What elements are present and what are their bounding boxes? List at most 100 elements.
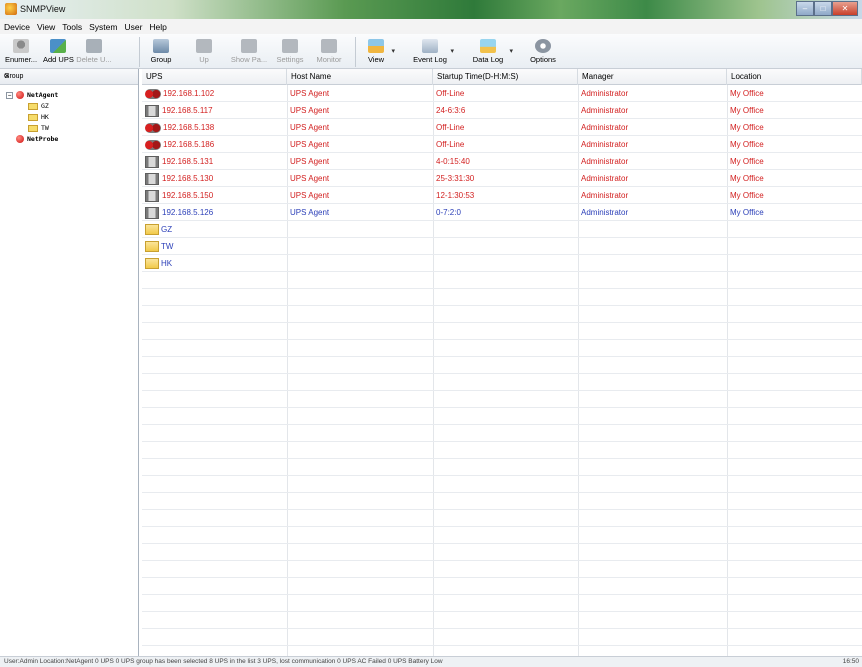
settings-icon [282, 39, 298, 53]
cell-text: 192.168.5.117 [162, 106, 213, 115]
cell-location: My Office [727, 85, 862, 102]
event-log-dropdown-arrow-icon[interactable]: ▾ [450, 47, 454, 55]
cell-host: UPS Agent [287, 187, 433, 204]
tree-node-netprobe[interactable]: NetProbe [16, 134, 58, 144]
group-label: Group [150, 55, 172, 64]
cell-text: My Office [730, 157, 764, 166]
tree-node-label: GZ [41, 102, 49, 110]
ups-device-icon [145, 189, 159, 202]
menu-bar: Device View Tools System User Help [0, 19, 862, 34]
column-header-host-name[interactable]: Host Name [287, 69, 433, 85]
column-header-ups[interactable]: UPS [142, 69, 287, 85]
empty-row [142, 561, 862, 578]
tree-node-tw[interactable]: TW [28, 123, 49, 133]
empty-row [142, 425, 862, 442]
collapse-icon[interactable]: − [6, 91, 13, 99]
cell-location: My Office [727, 153, 862, 170]
up-label: Up [199, 55, 209, 64]
monitor-button[interactable]: Monitor [312, 36, 346, 68]
table-row[interactable]: 192.168.5.150 UPS Agent 12-1:30:53 Administ… [142, 187, 862, 204]
cell-manager: Administrator [578, 85, 727, 102]
group-row[interactable]: TW [142, 238, 862, 255]
table-row[interactable]: 192.168.5.131 UPS Agent 4-0:15:40 Administr… [142, 153, 862, 170]
menu-tools[interactable]: Tools [62, 22, 82, 32]
table-row[interactable]: 192.168.5.126 UPS Agent 0-7:2:0 Administrat… [142, 204, 862, 221]
cell-text: My Office [730, 191, 764, 200]
cell-text: Administrator [581, 157, 629, 166]
cell-host: UPS Agent [287, 204, 433, 221]
settings-button[interactable]: Settings [274, 36, 306, 68]
show-panel-label: Show Pa... [230, 55, 268, 64]
cell-text: 24-6:3:6 [436, 106, 466, 115]
cell-text: Off-Line [436, 140, 465, 149]
tree-node-hk[interactable]: HK [28, 112, 49, 122]
empty-row [142, 340, 862, 357]
close-button[interactable]: ✕ [832, 1, 858, 16]
cell-location: My Office [727, 102, 862, 119]
table-row[interactable]: 192.168.5.117 UPS Agent 24-6:3:6 Administra… [142, 102, 862, 119]
cell-host: UPS Agent [287, 153, 433, 170]
tree-node-gz[interactable]: GZ [28, 101, 49, 111]
cell-startup: Off-Line [433, 136, 578, 153]
menu-help[interactable]: Help [149, 22, 166, 32]
monitor-icon [321, 39, 337, 53]
up-arrow-icon [196, 39, 212, 53]
empty-row [142, 272, 862, 289]
toolbar-separator [139, 37, 140, 67]
group-row[interactable]: GZ [142, 221, 862, 238]
menu-view[interactable]: View [37, 22, 55, 32]
tree-node-label: HK [41, 113, 49, 121]
cell-ups: 192.168.5.186 [142, 136, 287, 153]
ups-device-icon [145, 155, 159, 168]
view-dropdown-arrow-icon[interactable]: ▾ [391, 47, 395, 55]
data-log-dropdown-arrow-icon[interactable]: ▾ [509, 47, 513, 55]
add-ups-button[interactable]: Add UPS [43, 36, 74, 68]
status-bar: User:Admin Location:NetAgent 0 UPS 0 UPS… [0, 656, 862, 667]
empty-row [142, 357, 862, 374]
cell-ups: 192.168.5.150 [142, 187, 287, 204]
column-header-startup-time[interactable]: Startup Time(D-H:M:S) [433, 69, 578, 85]
enumerate-label: Enumer... [4, 55, 38, 64]
menu-device[interactable]: Device [4, 22, 30, 32]
menu-system[interactable]: System [89, 22, 117, 32]
show-panel-button[interactable]: Show Pa... [228, 36, 270, 68]
title-bar: SNMPView – □ ✕ [0, 0, 862, 19]
table-row[interactable]: 192.168.1.102 UPS Agent Off-Line Administra… [142, 85, 862, 102]
menu-user[interactable]: User [124, 22, 142, 32]
cell-text: 192.168.5.150 [162, 191, 214, 200]
table-row[interactable]: 192.168.5.138 UPS Agent Off-Line Administra… [142, 119, 862, 136]
maximize-button[interactable]: □ [814, 1, 832, 16]
data-log-button[interactable]: Data Log ▾ [470, 36, 513, 68]
enumerate-button[interactable]: Enumer... [4, 36, 38, 68]
cell-text: Administrator [581, 191, 629, 200]
view-button[interactable]: View ▾ [364, 36, 395, 68]
close-icon[interactable]: × [4, 71, 132, 82]
cell-location: My Office [727, 119, 862, 136]
cell-text: 192.168.1.102 [163, 89, 215, 98]
event-log-button[interactable]: Event Log ▾ [413, 36, 454, 68]
delete-ups-label: Delete U... [76, 55, 112, 64]
table-row[interactable]: 192.168.5.130 UPS Agent 25-3:31:30 Administ… [142, 170, 862, 187]
up-button[interactable]: Up [195, 36, 213, 68]
group-label: TW [161, 242, 174, 251]
table-row[interactable]: 192.168.5.186 UPS Agent Off-Line Administra… [142, 136, 862, 153]
cell-ups: 192.168.5.131 [142, 153, 287, 170]
cell-text: My Office [730, 174, 764, 183]
options-button[interactable]: Options [527, 36, 559, 68]
column-header-manager[interactable]: Manager [578, 69, 727, 85]
empty-row [142, 442, 862, 459]
tree-node-netagent[interactable]: − NetAgent [6, 90, 58, 100]
delete-ups-button[interactable]: Delete U... [76, 36, 112, 68]
column-header-location[interactable]: Location [727, 69, 862, 85]
empty-row [142, 578, 862, 595]
window-title: SNMPView [20, 4, 66, 14]
cell-ups: 192.168.5.130 [142, 170, 287, 187]
add-ups-label: Add UPS [43, 55, 74, 64]
cell-text: UPS Agent [290, 174, 330, 183]
minimize-button[interactable]: – [796, 1, 814, 16]
group-button[interactable]: Group [148, 36, 174, 68]
cell-manager: Administrator [578, 153, 727, 170]
cell-manager: Administrator [578, 204, 727, 221]
group-row[interactable]: HK [142, 255, 862, 272]
cell-startup: 12-1:30:53 [433, 187, 578, 204]
